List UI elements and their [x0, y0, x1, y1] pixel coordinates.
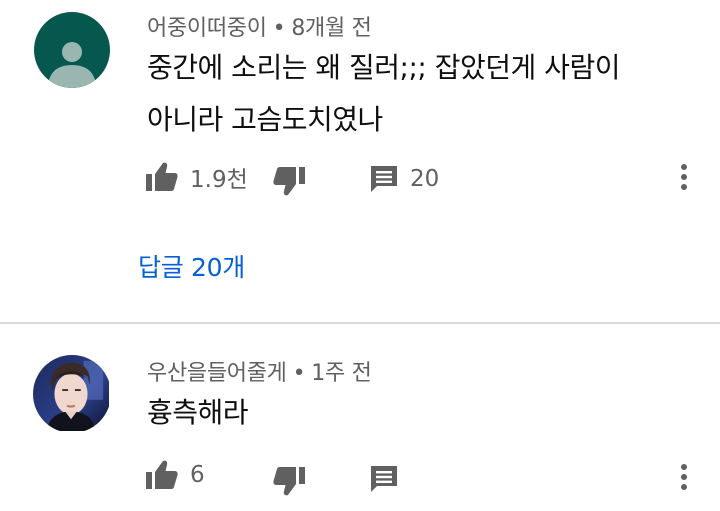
like-button[interactable]: 1.9천 — [146, 160, 248, 194]
thumbs-up-icon — [146, 162, 178, 191]
avatar[interactable] — [33, 355, 111, 433]
dislike-button[interactable] — [273, 166, 305, 196]
user-photo-avatar-icon — [33, 355, 109, 431]
reply-count: 20 — [410, 166, 440, 192]
like-button[interactable]: 6 — [146, 460, 205, 490]
comment-text-line: 흉측해라 — [147, 396, 249, 429]
more-vertical-icon — [681, 464, 687, 490]
comment-text-line: 아니라 고슴도치였나 — [147, 103, 383, 136]
author-name[interactable]: 우산을들어줄게 — [147, 361, 287, 386]
more-options-button[interactable] — [672, 462, 696, 492]
view-replies-link[interactable]: 답글 20개 — [138, 248, 245, 284]
comment-divider — [0, 322, 720, 324]
thumbs-down-icon — [273, 467, 305, 496]
comment-icon — [371, 466, 397, 492]
thumbs-down-icon — [273, 167, 305, 196]
avatar[interactable] — [34, 12, 110, 88]
default-avatar-icon — [34, 12, 110, 88]
reply-button[interactable]: 20 — [370, 165, 439, 193]
meta-separator: • — [292, 361, 306, 386]
reply-button[interactable] — [370, 465, 398, 493]
dislike-button[interactable] — [273, 466, 305, 496]
comment-meta: 우산을들어줄게 • 1주 전 — [147, 355, 372, 387]
more-options-button[interactable] — [672, 162, 696, 192]
meta-separator: • — [272, 16, 286, 41]
comment-text: 흉측해라 — [147, 387, 249, 439]
thumbs-up-icon — [146, 460, 178, 489]
more-vertical-icon — [681, 164, 687, 190]
comment-text-line: 중간에 소리는 왜 질러;;; 잡았던게 사람이 — [147, 51, 620, 84]
comment-text: 중간에 소리는 왜 질러;;; 잡았던게 사람이 아니라 고슴도치였나 — [147, 42, 620, 146]
timestamp[interactable]: 8개월 전 — [291, 16, 372, 41]
like-count: 1.9천 — [190, 167, 248, 193]
comment-icon — [371, 166, 397, 192]
author-name[interactable]: 어중이떠중이 — [147, 16, 267, 41]
comment-meta: 어중이떠중이 • 8개월 전 — [147, 10, 372, 42]
like-count: 6 — [190, 462, 205, 488]
timestamp[interactable]: 1주 전 — [311, 361, 372, 386]
